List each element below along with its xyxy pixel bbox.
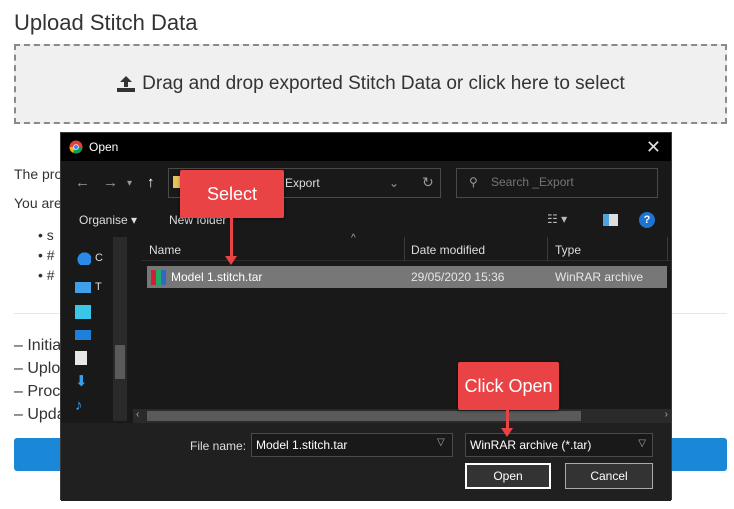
computer-icon bbox=[75, 281, 91, 293]
dialog-footer: File name: ▽ WinRAR archive (*.tar) ▽ Op… bbox=[61, 423, 671, 501]
history-chevron-icon[interactable]: ▾ bbox=[127, 178, 132, 189]
document-icon bbox=[75, 351, 87, 365]
dialog-titlebar: Open ✕ bbox=[61, 133, 671, 161]
page-title: Upload Stitch Data bbox=[14, 10, 198, 35]
file-name-label: File name: bbox=[190, 439, 247, 453]
cancel-button[interactable]: Cancel bbox=[565, 463, 653, 489]
forward-arrow-icon[interactable]: → bbox=[103, 174, 118, 191]
callout-arrow bbox=[506, 410, 509, 430]
help-icon[interactable]: ? bbox=[639, 212, 655, 228]
column-name[interactable]: Name bbox=[149, 243, 181, 257]
file-name: Model 1.stitch.tar bbox=[171, 270, 263, 284]
refresh-icon[interactable]: ↻ bbox=[422, 174, 434, 191]
nav-scrollbar-thumb[interactable] bbox=[115, 345, 125, 379]
open-file-dialog: Open ✕ ← → ▾ ↑ Export ⌄ ↻ ⚲ Organise ▾ N… bbox=[60, 132, 672, 501]
organise-menu[interactable]: Organise ▾ bbox=[79, 213, 137, 227]
chrome-icon bbox=[69, 140, 83, 154]
horizontal-scrollbar-thumb[interactable] bbox=[147, 411, 581, 421]
file-date: 29/05/2020 15:36 bbox=[411, 270, 505, 284]
step-item: – Uplo bbox=[14, 360, 61, 377]
column-type[interactable]: Type bbox=[555, 243, 581, 257]
column-date-modified[interactable]: Date modified bbox=[411, 243, 485, 257]
column-divider[interactable] bbox=[404, 237, 405, 261]
column-divider[interactable] bbox=[667, 237, 668, 261]
scroll-right-icon[interactable]: › bbox=[665, 409, 668, 420]
cube-icon bbox=[75, 305, 91, 319]
music-icon: ♪ bbox=[75, 397, 83, 414]
dialog-toolbar: Organise ▾ New folder ☷ ▾ ? bbox=[61, 205, 671, 235]
column-divider[interactable] bbox=[547, 237, 548, 261]
bullet-item: • # bbox=[38, 267, 55, 283]
upload-icon bbox=[116, 75, 136, 93]
view-options-icon[interactable]: ☷ ▾ bbox=[547, 212, 567, 226]
chevron-down-icon[interactable]: ▽ bbox=[437, 437, 445, 448]
file-type-select[interactable]: WinRAR archive (*.tar) ▽ bbox=[465, 433, 653, 457]
download-icon: ⬇ bbox=[75, 373, 88, 390]
scroll-left-icon[interactable]: ‹ bbox=[136, 409, 139, 420]
file-type: WinRAR archive bbox=[555, 270, 644, 284]
step-item: – Upda bbox=[14, 406, 66, 423]
chevron-down-icon[interactable]: ⌄ bbox=[389, 176, 399, 190]
sort-caret-icon: ^ bbox=[351, 233, 356, 244]
callout-arrow bbox=[230, 218, 233, 258]
search-input[interactable] bbox=[491, 175, 651, 189]
winrar-icon bbox=[151, 270, 166, 285]
file-name-input[interactable] bbox=[251, 433, 453, 457]
callout-arrow-head bbox=[501, 428, 513, 437]
bullet-item: • # bbox=[38, 247, 55, 263]
select-callout: Select bbox=[180, 170, 284, 218]
click-open-callout: Click Open bbox=[458, 362, 559, 410]
horizontal-scrollbar[interactable]: ‹ › bbox=[133, 409, 671, 423]
nav-scrollbar[interactable] bbox=[113, 237, 127, 421]
file-row[interactable]: Model 1.stitch.tar 29/05/2020 15:36 WinR… bbox=[147, 266, 667, 288]
step-item: – Proc bbox=[14, 383, 61, 400]
cloud-icon bbox=[75, 251, 91, 265]
search-icon: ⚲ bbox=[469, 175, 478, 189]
dropzone-label: Drag and drop exported Stitch Data or cl… bbox=[142, 73, 625, 94]
navigation-bar: ← → ▾ ↑ Export ⌄ ↻ ⚲ bbox=[61, 161, 671, 205]
preview-pane-icon[interactable] bbox=[603, 214, 618, 226]
up-arrow-icon[interactable]: ↑ bbox=[147, 174, 155, 191]
desktop-icon bbox=[75, 330, 91, 341]
file-type-value: WinRAR archive (*.tar) bbox=[470, 438, 592, 452]
partial-text-2: You are bbox=[14, 195, 62, 211]
search-box[interactable]: ⚲ bbox=[456, 168, 658, 198]
close-icon[interactable]: ✕ bbox=[646, 137, 661, 158]
open-button[interactable]: Open bbox=[465, 463, 551, 489]
bullet-item: • s bbox=[38, 227, 54, 243]
back-arrow-icon[interactable]: ← bbox=[75, 174, 90, 191]
chevron-down-icon: ▽ bbox=[638, 438, 646, 449]
upload-dropzone[interactable]: Drag and drop exported Stitch Data or cl… bbox=[14, 44, 727, 124]
column-headers: ^ Name Date modified Type bbox=[141, 233, 671, 261]
address-path: Export bbox=[285, 176, 320, 190]
step-item: – Initia bbox=[14, 337, 62, 354]
dialog-title: Open bbox=[89, 140, 119, 154]
partial-text-1: The pro bbox=[14, 166, 63, 182]
callout-arrow-head bbox=[225, 256, 237, 265]
